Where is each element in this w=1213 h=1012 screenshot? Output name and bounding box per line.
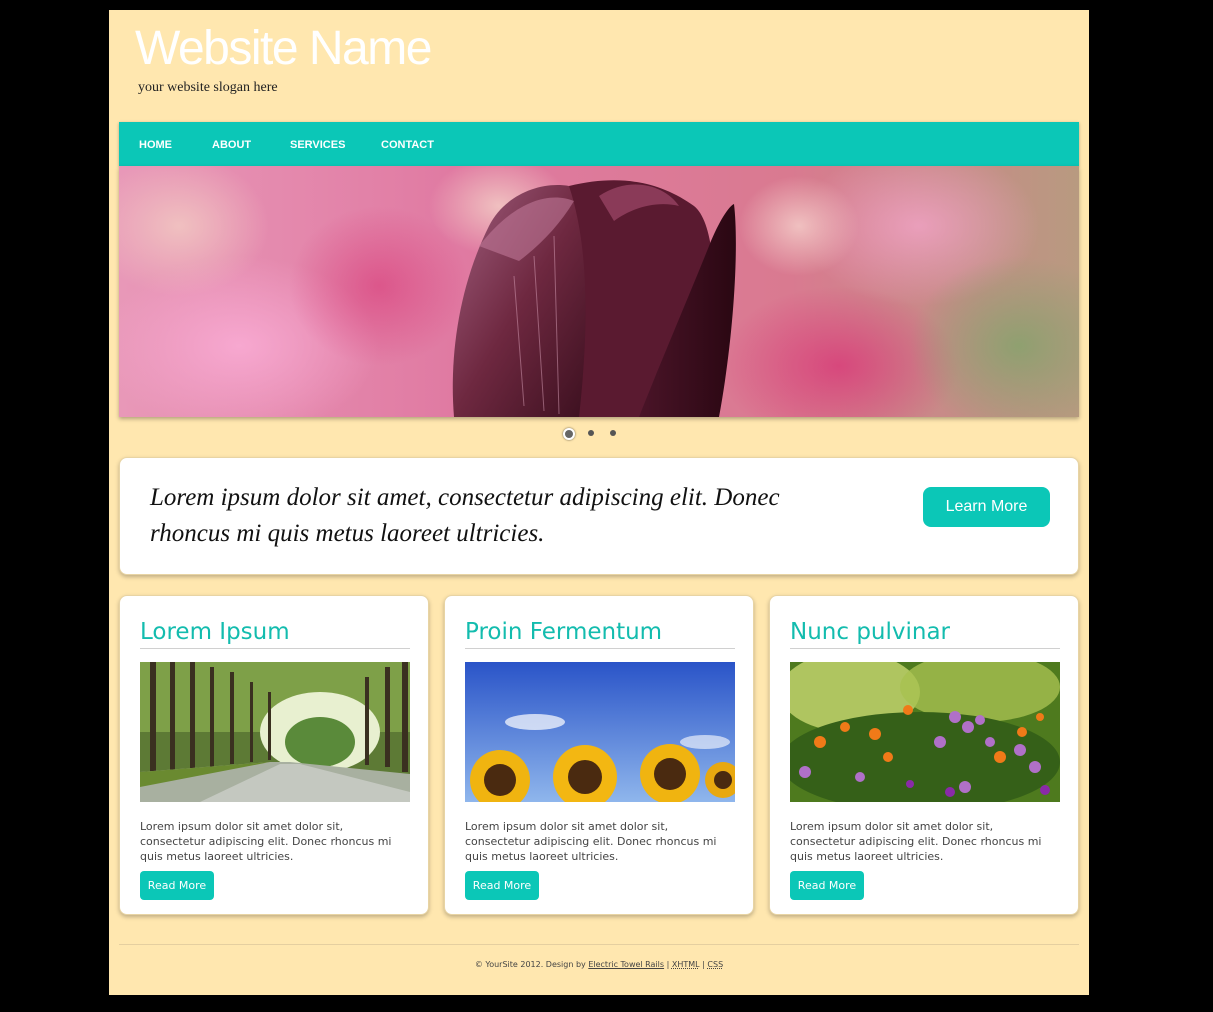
footer-separator: | (666, 960, 670, 969)
nav-item-contact[interactable]: CONTACT (381, 122, 434, 168)
sunflowers-photo (465, 662, 735, 802)
site-name[interactable]: Website Name (135, 22, 432, 76)
card-title: Proin Fermentum (465, 616, 735, 649)
card-image (465, 662, 735, 802)
footer: © YourSite 2012. Design by Electric Towe… (109, 960, 1089, 969)
tulip-photo (119, 166, 1079, 417)
footer-designer-link[interactable]: Electric Towel Rails (588, 960, 664, 969)
footer-copyright: © YourSite 2012. Design by (474, 960, 586, 969)
footer-css-link[interactable]: CSS (707, 960, 723, 969)
page-container: Website Name your website slogan here HO… (109, 10, 1089, 995)
card-text: Lorem ipsum dolor sit amet dolor sit, co… (790, 820, 1042, 863)
slider-dot-1[interactable] (563, 428, 575, 440)
footer-separator: | (702, 960, 705, 969)
card-text: Lorem ipsum dolor sit amet dolor sit, co… (140, 820, 392, 863)
card-image (140, 662, 410, 802)
slider-dot-3[interactable] (610, 430, 616, 436)
wildflowers-photo (790, 662, 1060, 802)
nav-item-services[interactable]: SERVICES (290, 122, 345, 168)
card-image (790, 662, 1060, 802)
slider-dot-2[interactable] (588, 430, 594, 436)
site-slogan: your website slogan here (138, 80, 278, 95)
footer-xhtml-link[interactable]: XHTML (672, 960, 700, 969)
nav-item-about[interactable]: ABOUT (212, 122, 251, 168)
learn-more-button[interactable]: Learn More (923, 487, 1050, 527)
callout-box: Lorem ipsum dolor sit amet, consectetur … (119, 457, 1079, 575)
card-title: Lorem Ipsum (140, 616, 410, 649)
card-text: Lorem ipsum dolor sit amet dolor sit, co… (465, 820, 717, 863)
main-nav: HOME ABOUT SERVICES CONTACT (119, 122, 1079, 166)
callout-text: Lorem ipsum dolor sit amet, consectetur … (150, 484, 780, 547)
read-more-button[interactable]: Read More (140, 871, 214, 900)
footer-divider (119, 944, 1079, 945)
read-more-button[interactable]: Read More (465, 871, 539, 900)
feature-card: Nunc pulvinar Lorem ipsum dolor sit amet… (769, 595, 1079, 915)
tree-lined-road-photo (140, 662, 410, 802)
feature-card: Proin Fermentum Lorem ipsum dolor sit am… (444, 595, 754, 915)
card-title: Nunc pulvinar (790, 616, 1060, 649)
feature-card: Lorem Ipsum Lorem ipsum dolor sit amet d… (119, 595, 429, 915)
hero-slider[interactable] (119, 166, 1079, 417)
nav-item-home[interactable]: HOME (139, 122, 172, 168)
slider-pagination (563, 428, 633, 440)
read-more-button[interactable]: Read More (790, 871, 864, 900)
